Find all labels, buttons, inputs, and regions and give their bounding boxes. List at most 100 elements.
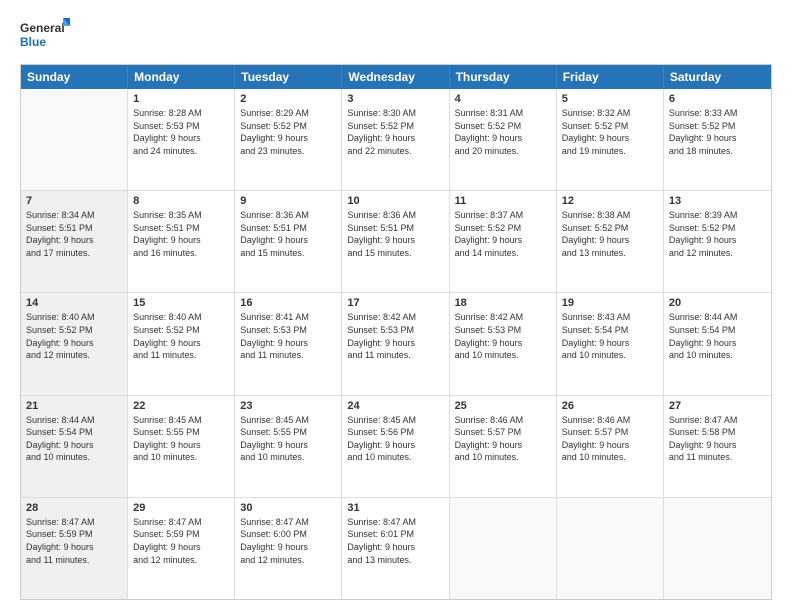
cell-text-line: and 12 minutes. <box>240 554 336 567</box>
cell-text-line: Sunrise: 8:43 AM <box>562 311 658 324</box>
header-cell-friday: Friday <box>557 65 664 89</box>
cell-text-line: and 10 minutes. <box>133 451 229 464</box>
calendar-cell: 21Sunrise: 8:44 AMSunset: 5:54 PMDayligh… <box>21 396 128 497</box>
calendar-cell: 23Sunrise: 8:45 AMSunset: 5:55 PMDayligh… <box>235 396 342 497</box>
cell-text-line: Sunset: 5:52 PM <box>455 120 551 133</box>
calendar-cell: 25Sunrise: 8:46 AMSunset: 5:57 PMDayligh… <box>450 396 557 497</box>
cell-text-line: Sunset: 5:56 PM <box>347 426 443 439</box>
cell-text-line: Sunset: 5:52 PM <box>347 120 443 133</box>
cell-text-line: and 10 minutes. <box>455 451 551 464</box>
day-number: 1 <box>133 93 229 105</box>
day-number: 19 <box>562 297 658 309</box>
calendar-cell: 8Sunrise: 8:35 AMSunset: 5:51 PMDaylight… <box>128 191 235 292</box>
calendar-body: 1Sunrise: 8:28 AMSunset: 5:53 PMDaylight… <box>21 89 771 599</box>
cell-text-line: Daylight: 9 hours <box>562 132 658 145</box>
calendar-cell: 16Sunrise: 8:41 AMSunset: 5:53 PMDayligh… <box>235 293 342 394</box>
header-cell-sunday: Sunday <box>21 65 128 89</box>
cell-text-line: Sunset: 5:52 PM <box>133 324 229 337</box>
calendar-cell: 2Sunrise: 8:29 AMSunset: 5:52 PMDaylight… <box>235 89 342 190</box>
cell-text-line: Daylight: 9 hours <box>455 337 551 350</box>
cell-text-line: Sunset: 5:53 PM <box>133 120 229 133</box>
cell-text-line: and 16 minutes. <box>133 247 229 260</box>
day-number: 12 <box>562 195 658 207</box>
calendar-cell <box>664 498 771 599</box>
cell-text-line: Sunrise: 8:47 AM <box>669 414 766 427</box>
cell-text-line: Sunrise: 8:30 AM <box>347 107 443 120</box>
calendar-cell: 6Sunrise: 8:33 AMSunset: 5:52 PMDaylight… <box>664 89 771 190</box>
cell-text-line: Sunrise: 8:45 AM <box>240 414 336 427</box>
cell-text-line: and 12 minutes. <box>26 349 122 362</box>
cell-text-line: and 11 minutes. <box>347 349 443 362</box>
cell-text-line: Sunset: 5:53 PM <box>240 324 336 337</box>
cell-text-line: Sunset: 5:52 PM <box>562 120 658 133</box>
cell-text-line: Sunrise: 8:47 AM <box>133 516 229 529</box>
cell-text-line: and 12 minutes. <box>133 554 229 567</box>
cell-text-line: Sunset: 5:57 PM <box>562 426 658 439</box>
cell-text-line: and 10 minutes. <box>669 349 766 362</box>
cell-text-line: Daylight: 9 hours <box>240 337 336 350</box>
cell-text-line: Sunset: 5:54 PM <box>669 324 766 337</box>
cell-text-line: and 10 minutes. <box>347 451 443 464</box>
cell-text-line: and 10 minutes. <box>562 349 658 362</box>
day-number: 31 <box>347 502 443 514</box>
cell-text-line: Daylight: 9 hours <box>26 234 122 247</box>
calendar-cell: 27Sunrise: 8:47 AMSunset: 5:58 PMDayligh… <box>664 396 771 497</box>
cell-text-line: Daylight: 9 hours <box>133 439 229 452</box>
calendar-cell: 19Sunrise: 8:43 AMSunset: 5:54 PMDayligh… <box>557 293 664 394</box>
cell-text-line: Sunset: 5:52 PM <box>669 120 766 133</box>
calendar-cell: 10Sunrise: 8:36 AMSunset: 5:51 PMDayligh… <box>342 191 449 292</box>
cell-text-line: Daylight: 9 hours <box>133 541 229 554</box>
cell-text-line: and 10 minutes. <box>26 451 122 464</box>
calendar-row-0: 1Sunrise: 8:28 AMSunset: 5:53 PMDaylight… <box>21 89 771 191</box>
day-number: 22 <box>133 400 229 412</box>
day-number: 8 <box>133 195 229 207</box>
cell-text-line: Daylight: 9 hours <box>347 234 443 247</box>
calendar-cell: 13Sunrise: 8:39 AMSunset: 5:52 PMDayligh… <box>664 191 771 292</box>
cell-text-line: Daylight: 9 hours <box>669 234 766 247</box>
cell-text-line: and 10 minutes. <box>455 349 551 362</box>
day-number: 6 <box>669 93 766 105</box>
header-cell-thursday: Thursday <box>450 65 557 89</box>
cell-text-line: Sunset: 5:59 PM <box>26 528 122 541</box>
day-number: 30 <box>240 502 336 514</box>
cell-text-line: Sunset: 5:54 PM <box>26 426 122 439</box>
calendar-cell <box>557 498 664 599</box>
cell-text-line: Daylight: 9 hours <box>347 541 443 554</box>
svg-text:General: General <box>20 21 65 35</box>
cell-text-line: Sunrise: 8:39 AM <box>669 209 766 222</box>
cell-text-line: Sunrise: 8:35 AM <box>133 209 229 222</box>
calendar-cell: 28Sunrise: 8:47 AMSunset: 5:59 PMDayligh… <box>21 498 128 599</box>
cell-text-line: Sunrise: 8:37 AM <box>455 209 551 222</box>
day-number: 23 <box>240 400 336 412</box>
cell-text-line: and 10 minutes. <box>562 451 658 464</box>
calendar-cell: 4Sunrise: 8:31 AMSunset: 5:52 PMDaylight… <box>450 89 557 190</box>
day-number: 9 <box>240 195 336 207</box>
cell-text-line: and 12 minutes. <box>669 247 766 260</box>
cell-text-line: Sunset: 5:51 PM <box>26 222 122 235</box>
cell-text-line: Sunset: 6:01 PM <box>347 528 443 541</box>
cell-text-line: Sunset: 5:59 PM <box>133 528 229 541</box>
calendar-row-2: 14Sunrise: 8:40 AMSunset: 5:52 PMDayligh… <box>21 293 771 395</box>
calendar-cell: 17Sunrise: 8:42 AMSunset: 5:53 PMDayligh… <box>342 293 449 394</box>
cell-text-line: Daylight: 9 hours <box>26 541 122 554</box>
cell-text-line: and 15 minutes. <box>240 247 336 260</box>
cell-text-line: Sunrise: 8:36 AM <box>347 209 443 222</box>
calendar-cell: 5Sunrise: 8:32 AMSunset: 5:52 PMDaylight… <box>557 89 664 190</box>
day-number: 18 <box>455 297 551 309</box>
day-number: 28 <box>26 502 122 514</box>
cell-text-line: Daylight: 9 hours <box>455 234 551 247</box>
cell-text-line: Sunset: 5:53 PM <box>347 324 443 337</box>
cell-text-line: Sunset: 5:52 PM <box>562 222 658 235</box>
cell-text-line: Sunrise: 8:45 AM <box>133 414 229 427</box>
logo: General Blue <box>20 16 70 54</box>
calendar-cell <box>21 89 128 190</box>
header-cell-wednesday: Wednesday <box>342 65 449 89</box>
cell-text-line: Sunset: 5:53 PM <box>455 324 551 337</box>
cell-text-line: Sunrise: 8:34 AM <box>26 209 122 222</box>
day-number: 17 <box>347 297 443 309</box>
day-number: 24 <box>347 400 443 412</box>
calendar-cell: 20Sunrise: 8:44 AMSunset: 5:54 PMDayligh… <box>664 293 771 394</box>
day-number: 15 <box>133 297 229 309</box>
header-cell-tuesday: Tuesday <box>235 65 342 89</box>
cell-text-line: Sunrise: 8:46 AM <box>455 414 551 427</box>
